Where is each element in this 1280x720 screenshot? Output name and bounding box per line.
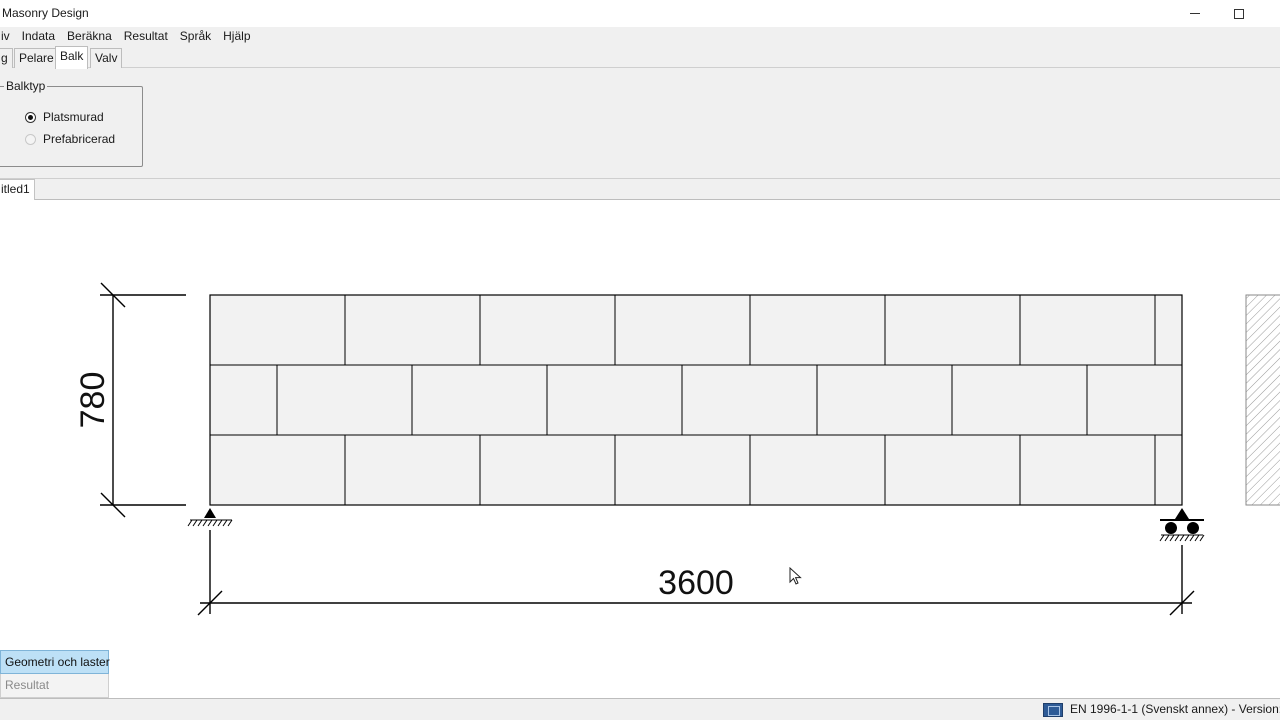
flag-icon xyxy=(1043,703,1063,717)
radio-prefabricerad-label: Prefabricerad xyxy=(43,132,116,146)
tab-wall[interactable]: g xyxy=(0,48,13,68)
document-tab-strip: itled1 xyxy=(0,179,1280,200)
maximize-button[interactable] xyxy=(1217,0,1261,27)
menu-indata[interactable]: Indata xyxy=(16,27,61,46)
menu-language[interactable]: Språk xyxy=(174,27,217,46)
beam-type-group: Balktyp xyxy=(0,79,143,167)
maximize-icon xyxy=(1234,8,1244,19)
minimize-icon xyxy=(1190,13,1200,14)
app-title: Masonry Design xyxy=(2,6,89,20)
menu-help[interactable]: Hjälp xyxy=(217,27,256,46)
menu-calculate[interactable]: Beräkna xyxy=(61,27,118,46)
drawing-canvas[interactable]: 780 3600 xyxy=(0,200,1280,698)
status-standard-version: EN 1996-1-1 (Svenskt annex) - Version: 6… xyxy=(1070,702,1280,716)
span-dimension-label: 3600 xyxy=(658,564,734,602)
menu-file[interactable]: iv xyxy=(0,27,16,46)
menu-results[interactable]: Resultat xyxy=(118,27,174,46)
mouse-cursor-icon xyxy=(789,567,802,585)
minimize-button[interactable] xyxy=(1173,0,1217,27)
results-button[interactable]: Resultat xyxy=(0,674,109,698)
radio-prefabricerad[interactable]: Prefabricerad xyxy=(25,132,115,146)
pinned-support-icon xyxy=(187,508,233,527)
height-dimension-label: 780 xyxy=(74,372,112,429)
masonry-wall xyxy=(209,294,1183,506)
geometry-and-loads-button[interactable]: Geometri och laster xyxy=(0,650,110,674)
tab-balk[interactable]: Balk xyxy=(55,46,89,69)
title-bar: Masonry Design xyxy=(0,0,1280,27)
menu-bar: iv Indata Beräkna Resultat Språk Hjälp xyxy=(0,27,1280,46)
radio-platsmurad-indicator[interactable] xyxy=(25,111,36,123)
status-bar: EN 1996-1-1 (Svenskt annex) - Version: 6… xyxy=(0,698,1280,720)
radio-platsmurad-label: Platsmurad xyxy=(43,110,104,124)
roller-support-icon xyxy=(1159,508,1205,542)
beam-options-panel: Balktyp Platsmurad Prefabricerad xyxy=(0,68,1280,179)
wall-outline xyxy=(209,294,1183,506)
element-tab-strip: g Pelare Balk Valv xyxy=(0,46,1280,69)
tab-pelare[interactable]: Pelare xyxy=(14,48,59,68)
adjacent-section-hatch xyxy=(1245,294,1280,506)
height-dimension xyxy=(100,282,186,518)
beam-drawing: 780 3600 xyxy=(74,282,1280,616)
tab-valv[interactable]: Valv xyxy=(90,48,123,68)
radio-prefabricerad-indicator[interactable] xyxy=(25,133,36,145)
document-tab[interactable]: itled1 xyxy=(0,179,35,200)
beam-type-group-label: Balktyp xyxy=(4,79,48,93)
radio-platsmurad[interactable]: Platsmurad xyxy=(25,110,104,124)
